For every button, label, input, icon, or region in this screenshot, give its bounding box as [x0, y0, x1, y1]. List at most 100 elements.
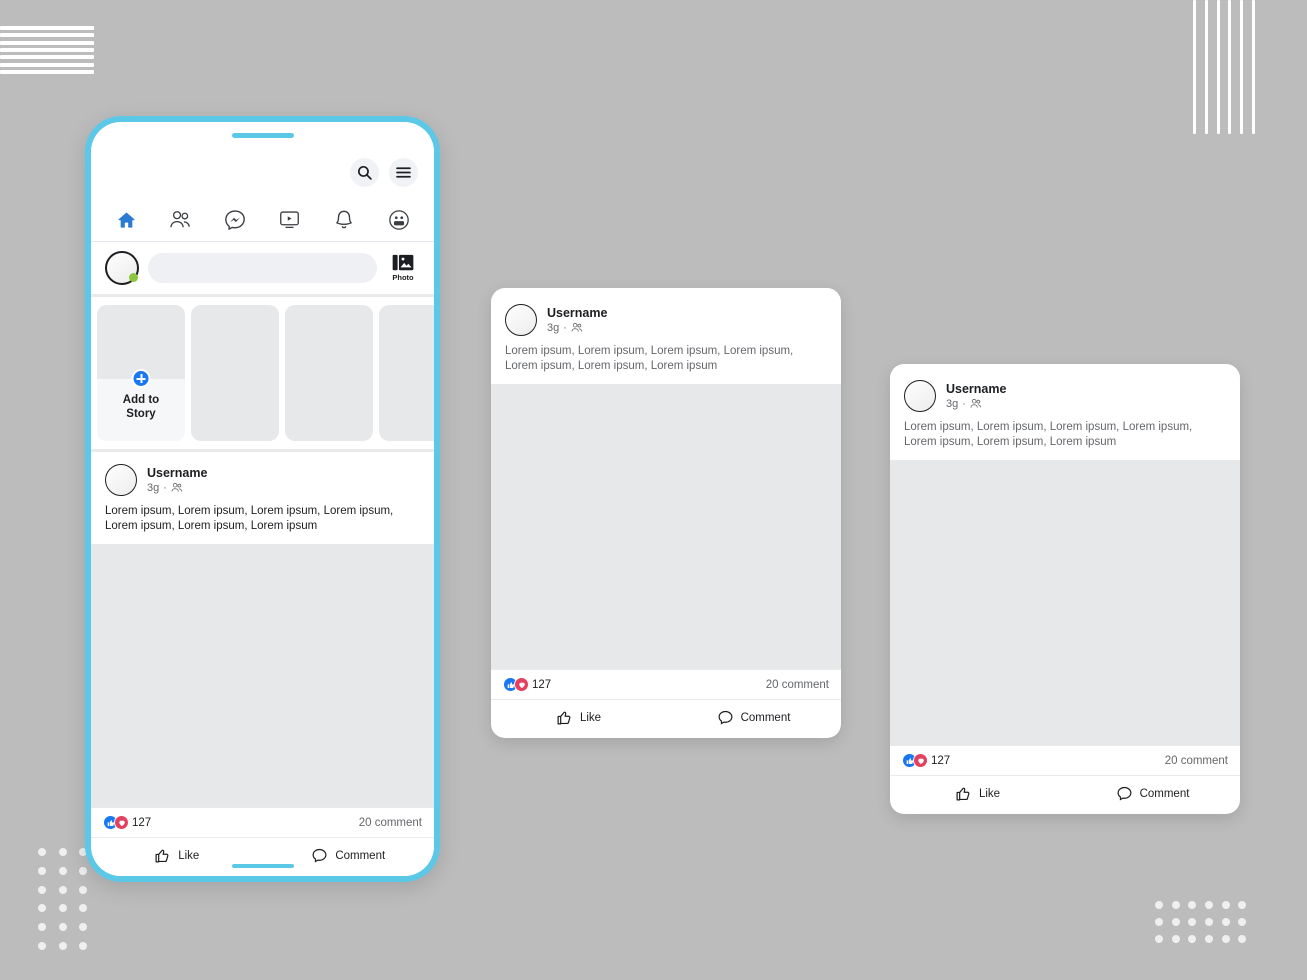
comment-bubble-icon: [1117, 786, 1132, 801]
search-button[interactable]: [350, 158, 379, 187]
post-avatar[interactable]: [105, 464, 137, 496]
nav-item-notifications[interactable]: [329, 207, 359, 233]
messenger-icon: [225, 209, 246, 230]
post-media[interactable]: [890, 460, 1240, 745]
composer-input[interactable]: [148, 253, 377, 283]
post-media[interactable]: [91, 544, 434, 807]
nav-item-watch[interactable]: [275, 207, 305, 233]
photo-label: Photo: [392, 273, 414, 282]
heart-icon: [114, 815, 129, 830]
decor-vertical-lines: [1193, 0, 1255, 134]
home-indicator: [231, 864, 294, 868]
post-body: Lorem ipsum, Lorem ipsum, Lorem ipsum, L…: [904, 421, 1193, 448]
comment-count[interactable]: 20 comment: [359, 817, 422, 829]
post-avatar[interactable]: [904, 380, 936, 412]
post-card-middle: Username 3g · Lorem ipsum, Lorem ipsum, …: [491, 288, 841, 738]
reaction-summary[interactable]: 127: [503, 677, 551, 692]
post-username[interactable]: Username: [946, 382, 1006, 397]
story-add-footer: Add to Story: [97, 369, 185, 441]
post-username[interactable]: Username: [147, 466, 207, 481]
nav-item-groups[interactable]: [384, 207, 414, 233]
story-card[interactable]: [379, 305, 434, 441]
online-status-dot: [129, 273, 138, 282]
add-photo-button[interactable]: Photo: [386, 254, 420, 282]
menu-button[interactable]: [389, 158, 418, 187]
thumbs-up-outline-icon: [557, 711, 571, 725]
post-header: Username 3g ·: [91, 452, 434, 502]
post-meta-separator: ·: [163, 481, 167, 494]
post-username[interactable]: Username: [547, 306, 607, 321]
post-time: 3g: [946, 397, 959, 410]
reaction-count: 127: [132, 816, 152, 829]
phone-frame: Photo Add to Story Username 3g · Lorem i…: [85, 116, 440, 882]
friends-audience-icon: [571, 322, 582, 332]
comment-count[interactable]: 20 comment: [1165, 755, 1228, 767]
post-time: 3g: [147, 481, 160, 494]
comment-bubble-icon: [312, 848, 327, 863]
comment-label: Comment: [1139, 787, 1190, 800]
post-stats: 127 20 comment: [890, 745, 1240, 776]
decor-horizontal-lines: [0, 26, 94, 74]
comment-count[interactable]: 20 comment: [766, 679, 829, 691]
heart-icon: [514, 677, 529, 692]
add-to-story-label: Add to Story: [122, 394, 160, 420]
photo-icon: [392, 254, 414, 271]
bell-icon: [336, 210, 353, 228]
post-meta-separator: ·: [962, 397, 966, 410]
home-icon: [118, 212, 135, 228]
nav-item-friends[interactable]: [166, 207, 196, 233]
post-actions: Like Comment: [491, 700, 841, 738]
post-actions: Like Comment: [890, 776, 1240, 814]
post-actions: Like Comment: [91, 838, 434, 876]
thumbs-up-outline-icon: [155, 849, 169, 863]
reaction-count: 127: [532, 678, 552, 691]
like-button[interactable]: Like: [91, 847, 263, 864]
app-topbar: [91, 148, 434, 198]
video-icon: [280, 211, 300, 229]
phone-speaker-notch: [91, 122, 434, 148]
like-button[interactable]: Like: [491, 709, 666, 726]
like-label: Like: [978, 787, 1001, 800]
reaction-summary[interactable]: 127: [902, 753, 950, 768]
post-stats: 127 20 comment: [91, 807, 434, 838]
comment-bubble-icon: [718, 710, 733, 725]
post-avatar[interactable]: [505, 304, 537, 336]
comment-label: Comment: [335, 849, 386, 862]
plus-circle-icon: [131, 369, 151, 388]
post-header: Username 3g ·: [890, 364, 1240, 418]
phone-screen: Photo Add to Story Username 3g · Lorem i…: [91, 122, 434, 876]
composer-avatar[interactable]: [105, 251, 139, 285]
friends-audience-icon: [171, 482, 182, 492]
hamburger-menu-icon: [396, 167, 411, 178]
post-meta: 3g ·: [946, 397, 1006, 411]
comment-button[interactable]: Comment: [1065, 785, 1240, 802]
story-add-to-story[interactable]: Add to Story: [97, 305, 185, 441]
nav-item-home[interactable]: [111, 207, 141, 233]
app-navbar: [91, 198, 434, 242]
heart-icon: [913, 753, 928, 768]
post-meta-separator: ·: [563, 321, 567, 334]
post-media[interactable]: [491, 384, 841, 669]
reaction-count: 127: [931, 754, 951, 767]
post-card-right: Username 3g · Lorem ipsum, Lorem ipsum, …: [890, 364, 1240, 814]
mockup-canvas: Photo Add to Story Username 3g · Lorem i…: [0, 0, 1307, 980]
reaction-summary[interactable]: 127: [103, 815, 151, 830]
story-card[interactable]: [285, 305, 373, 441]
story-card[interactable]: [191, 305, 279, 441]
story-thumbnail: [97, 305, 185, 379]
decor-dot-grid-right: [1155, 896, 1255, 948]
stories-row: Add to Story: [91, 297, 434, 452]
like-label: Like: [178, 849, 200, 862]
post-body: Lorem ipsum, Lorem ipsum, Lorem ipsum, L…: [105, 505, 394, 532]
feed-post: Username 3g · Lorem ipsum, Lorem ipsum, …: [91, 452, 434, 876]
like-button[interactable]: Like: [890, 785, 1065, 802]
post-meta: 3g ·: [147, 481, 207, 495]
post-body: Lorem ipsum, Lorem ipsum, Lorem ipsum, L…: [505, 345, 794, 372]
comment-button[interactable]: Comment: [263, 847, 435, 864]
comment-button[interactable]: Comment: [666, 709, 841, 726]
friends-icon: [170, 211, 191, 228]
search-icon: [357, 165, 372, 180]
post-stats: 127 20 comment: [491, 669, 841, 700]
post-composer: Photo: [91, 242, 434, 297]
nav-item-messenger[interactable]: [220, 207, 250, 233]
